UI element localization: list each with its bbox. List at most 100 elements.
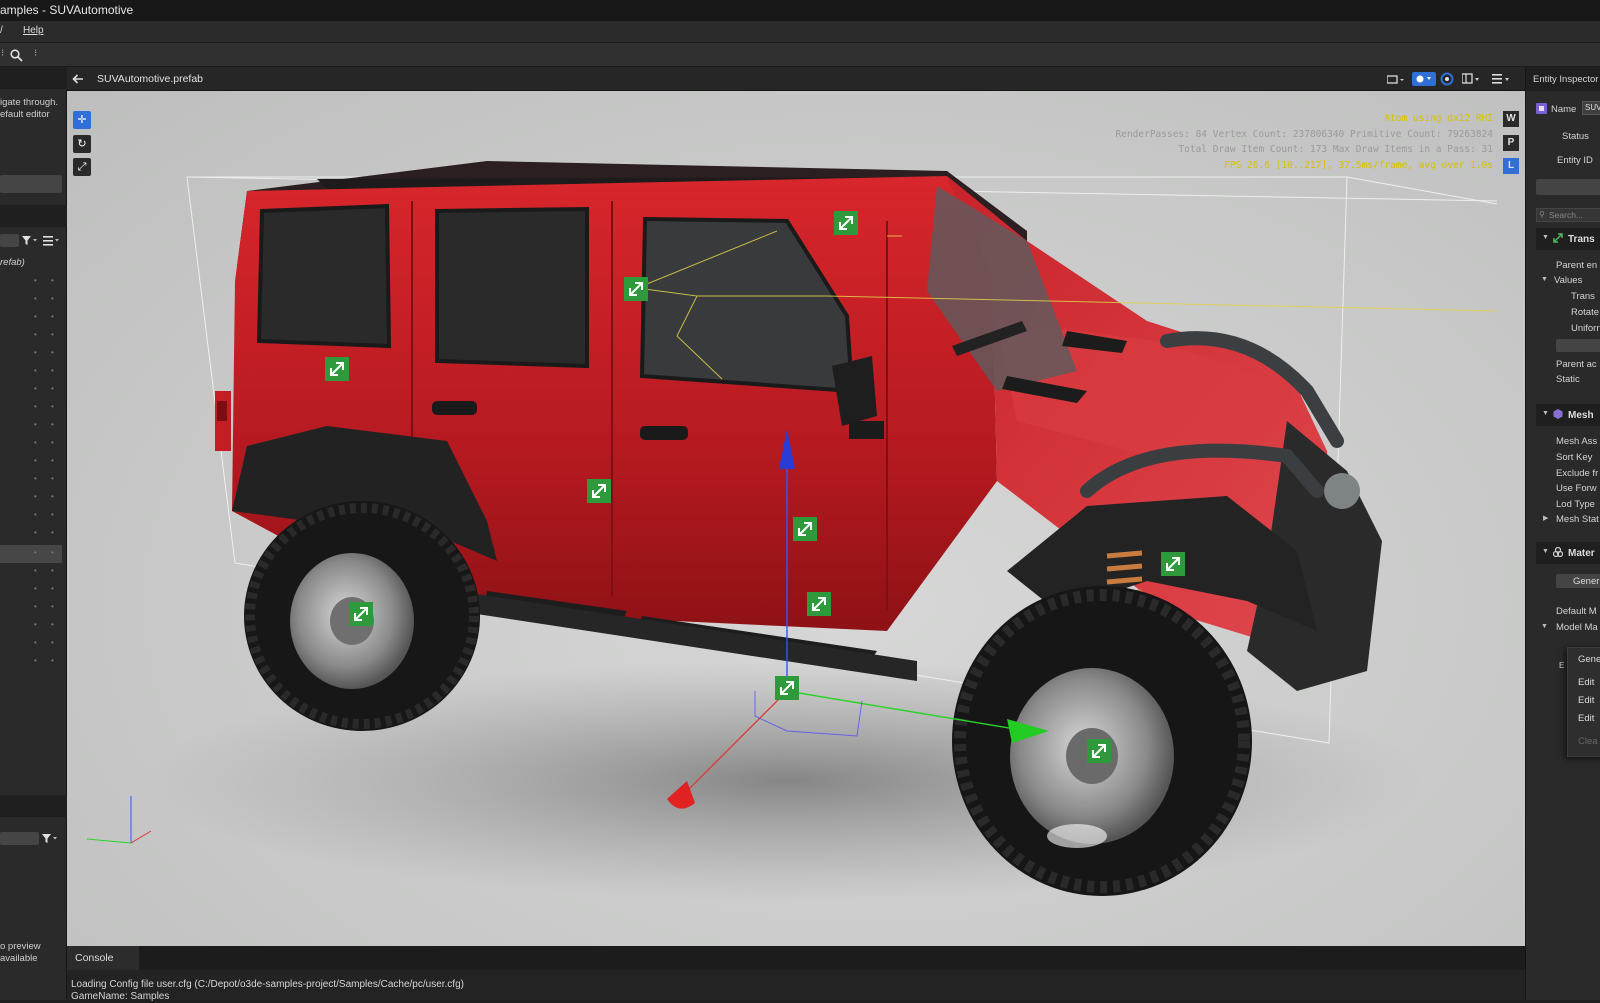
outliner-search-field[interactable] [0, 234, 19, 247]
mesh-icon [1553, 409, 1563, 419]
menu-item-edit[interactable]: Edit [1578, 713, 1594, 724]
render-pass-stats: RenderPasses: 84 Vertex Count: 237806340… [1115, 128, 1494, 140]
generate-materials-button[interactable]: Gener [1556, 574, 1600, 588]
default-material-label: Default M [1556, 606, 1597, 617]
console-tab[interactable]: Console [67, 946, 139, 970]
list-item[interactable]: • • [34, 384, 60, 393]
camera-icon[interactable] [1387, 73, 1405, 85]
list-item[interactable]: • • [34, 330, 60, 339]
menu-item-help[interactable]: Help [23, 25, 44, 36]
list-item[interactable]: • • [34, 402, 60, 411]
display-options-icon[interactable] [43, 236, 61, 246]
list-item[interactable]: • • [34, 456, 60, 465]
gizmo-settings-button[interactable] [1412, 72, 1436, 86]
search-icon[interactable] [10, 49, 23, 62]
menu-item-generate[interactable]: Gene [1578, 654, 1600, 665]
entity-transform-icon[interactable] [325, 357, 349, 381]
list-item[interactable]: • • [34, 584, 60, 593]
local-space-button[interactable]: L [1503, 158, 1519, 174]
list-item[interactable]: • • [34, 492, 60, 501]
prefab-tab-title[interactable]: SUVAutomotive.prefab [97, 73, 203, 85]
expand-arrow-icon[interactable]: ▼ [1541, 623, 1548, 630]
mesh-stats-label: Mesh Stat [1556, 514, 1599, 525]
list-item[interactable]: • • [34, 294, 60, 303]
main-toolbar: ⁝ ⁝ [0, 43, 1600, 67]
transform-field[interactable] [1556, 339, 1600, 352]
transform-component-header[interactable]: ▼ Trans [1536, 228, 1600, 250]
panel-button[interactable] [0, 175, 62, 193]
transform-title: Trans [1568, 234, 1595, 245]
menu-item-clear[interactable]: Clea [1578, 736, 1598, 747]
layout-icon[interactable] [1462, 73, 1482, 85]
list-item[interactable]: • • [34, 620, 60, 629]
expand-arrow-icon[interactable]: ▶ [1543, 514, 1548, 522]
list-item[interactable]: • • [34, 656, 60, 665]
menu-item-edit[interactable]: Edit [1578, 695, 1594, 706]
list-item[interactable]: • • [34, 528, 60, 537]
hamburger-menu-icon[interactable] [1492, 73, 1512, 85]
entity-transform-icon[interactable] [793, 517, 817, 541]
generate-button-label: Gener [1573, 576, 1600, 587]
entity-transform-icon[interactable] [349, 602, 373, 626]
scale-tool-button[interactable]: ⤢ [73, 158, 91, 176]
exclude-label: Exclude fr [1556, 468, 1599, 479]
filter-icon[interactable] [22, 236, 38, 246]
menu-item-partial[interactable]: / [0, 25, 3, 36]
list-item[interactable]: • • [34, 548, 60, 557]
world-space-button[interactable]: W [1503, 111, 1519, 127]
add-component-button[interactable] [1536, 179, 1600, 195]
mesh-component-header[interactable]: ▼ Mesh [1536, 404, 1600, 426]
render-stats-overlay: Atom using dx12 RHI RenderPasses: 84 Ver… [1116, 111, 1494, 173]
uniform-scale-label: Uniforn [1571, 323, 1600, 334]
entity-icon [1536, 103, 1547, 114]
outliner-header [0, 205, 67, 227]
entity-transform-icon[interactable] [1087, 739, 1111, 763]
entity-transform-icon[interactable] [775, 676, 799, 700]
collapse-arrow-icon: ▼ [1542, 410, 1549, 417]
entity-transform-icon[interactable] [807, 592, 831, 616]
move-tool-button[interactable]: ✛ [73, 111, 91, 129]
entity-inspector-panel: Entity Inspector Name SUV Status Entity … [1525, 67, 1600, 1000]
expand-arrow-icon[interactable]: ▼ [1541, 276, 1548, 283]
entity-transform-icon[interactable] [587, 479, 611, 503]
material-icon [1553, 547, 1563, 557]
component-search-input[interactable]: ⚲ Search... [1536, 208, 1600, 222]
list-item[interactable]: • • [34, 420, 60, 429]
entity-transform-icon[interactable] [624, 277, 648, 301]
back-arrow-icon[interactable] [72, 73, 84, 85]
list-item[interactable]: • • [34, 366, 60, 375]
menu-item-edit[interactable]: Edit [1578, 677, 1594, 688]
preview-message-2: available [0, 953, 38, 964]
console-line: GameName: Samples [71, 991, 170, 1002]
sort-key-label: Sort Key [1556, 452, 1593, 463]
list-item[interactable]: • • [34, 312, 60, 321]
visibility-icon[interactable] [1440, 72, 1454, 86]
3d-viewport[interactable]: ✛ ↻ ⤢ Atom using dx12 RHI RenderPasses: … [67, 91, 1525, 946]
parent-space-button[interactable]: P [1503, 135, 1519, 151]
asset-browser-header [0, 795, 67, 817]
rotate-label: Rotate [1571, 307, 1599, 318]
name-field[interactable]: SUV [1582, 101, 1600, 115]
list-item[interactable]: • • [34, 602, 60, 611]
panel-header [0, 67, 67, 89]
toolbar-more-icon[interactable]: ⁝ [34, 48, 37, 59]
list-item[interactable]: • • [34, 438, 60, 447]
entity-transform-icon[interactable] [1161, 552, 1185, 576]
material-component-header[interactable]: ▼ Mater [1536, 542, 1600, 564]
collapse-arrow-icon: ▼ [1542, 548, 1549, 555]
list-item[interactable]: • • [34, 474, 60, 483]
navigation-hint-text-2: efault editor [0, 109, 50, 120]
asset-search-field[interactable] [0, 832, 39, 845]
values-label: Values [1554, 275, 1583, 286]
translate-label: Trans [1571, 291, 1595, 302]
entity-transform-icon[interactable] [834, 211, 858, 235]
list-item[interactable]: • • [34, 510, 60, 519]
list-item[interactable]: • • [34, 638, 60, 647]
list-item[interactable]: • • [34, 566, 60, 575]
list-item[interactable]: • • [34, 348, 60, 357]
filter-icon[interactable] [42, 834, 58, 844]
list-item[interactable]: • • [34, 276, 60, 285]
rotate-tool-button[interactable]: ↻ [73, 135, 91, 153]
search-placeholder: Search... [1549, 210, 1584, 220]
outliner-panel: igate through. efault editor refab) • • … [0, 67, 67, 1000]
